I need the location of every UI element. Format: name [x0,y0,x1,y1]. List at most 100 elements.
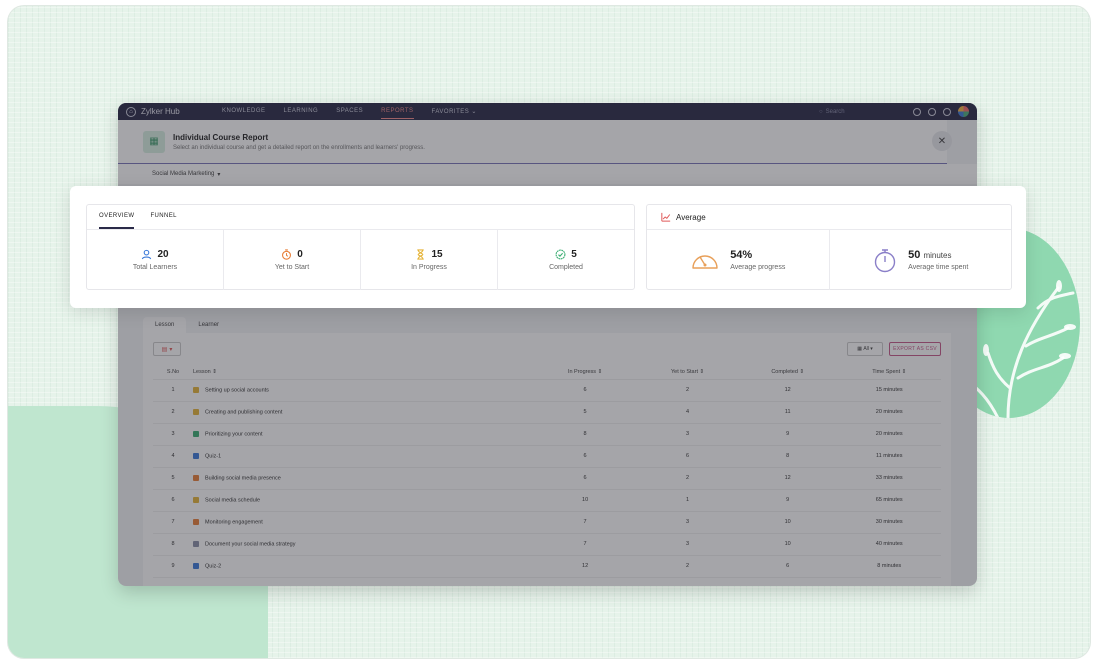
cell-time-spent: 40 minutes [837,533,941,556]
lesson-name: Social media schedule [205,497,261,504]
nav-spaces[interactable]: SPACES [336,104,363,119]
cell-yet-to-start: 6 [637,445,738,468]
cell-lesson[interactable]: Social media schedule [193,489,533,512]
lesson-name: Monitoring engagement [205,519,263,526]
filter-icon: ▦ [857,346,862,352]
brand[interactable]: ⌂ Zylker Hub [126,106,222,117]
stat-average-time: 50 minutes Average time spent [830,230,1012,290]
report-subtitle: Select an individual course and get a de… [173,144,425,151]
lesson-name: Quiz-1 [205,453,222,460]
table-row[interactable]: 8 Document your social media strategy 7 3 10… [153,533,941,556]
overview-stats: 20 Total Learners 0 Yet to Start 15 In P… [87,230,634,290]
table-row[interactable]: 5 Building social media presence 6 2 12 33 mi… [153,467,941,490]
cell-time-spent: 20 minutes [837,423,941,446]
cell-completed: 8 [737,445,838,468]
table-row[interactable]: 4 Quiz-1 6 6 8 11 minutes [153,445,941,468]
table-row[interactable]: 6 Social media schedule 10 1 9 65 minutes [153,489,941,512]
cell-completed: 11 [737,401,838,424]
lesson-type-icon [193,540,199,547]
cell-sno: 3 [153,423,193,446]
cell-completed: 6 [737,555,838,578]
col-completed[interactable]: Completed ⇕ [737,365,838,380]
search-placeholder: Search [825,108,845,115]
trend-chart-icon [661,212,671,222]
col-time-spent[interactable]: Time Spent ⇕ [837,365,941,380]
cell-time-spent: 30 minutes [837,511,941,534]
chevron-down-icon: ▾ [169,346,173,353]
lesson-name: Document your social media strategy [205,541,296,548]
tab-learner[interactable]: Learner [186,317,231,333]
cell-lesson[interactable]: Monitoring engagement [193,511,533,534]
timer-icon [282,249,292,260]
cell-in-progress: 5 [533,401,638,424]
search-box[interactable]: ○ Search [819,109,909,115]
avatar[interactable] [958,106,969,117]
col-sno[interactable]: S.No [153,365,193,380]
nav-reports[interactable]: REPORTS [381,104,414,119]
tab-funnel[interactable]: FUNNEL [150,205,176,229]
stat-yet-to-start: 0 Yet to Start [224,230,361,290]
cell-time-spent: 20 minutes [837,401,941,424]
stat-total-learners: 20 Total Learners [87,230,224,290]
nav-learning[interactable]: LEARNING [284,104,319,119]
brand-logo-icon: ⌂ [126,106,136,117]
table-row[interactable]: 1 Setting up social accounts 6 2 12 15 minute… [153,379,941,402]
settings-icon[interactable] [943,107,951,116]
lesson-type-icon [193,496,199,503]
top-nav-bar: ⌂ Zylker Hub KNOWLEDGE LEARNING SPACES R… [118,103,977,120]
cell-time-spent: 15 minutes [837,379,941,402]
tab-overview[interactable]: OVERVIEW [99,205,135,229]
stat-value: 15 [431,249,443,260]
average-progress-value: 54% [730,249,753,261]
cell-sno: 7 [153,511,193,534]
cell-in-progress: 7 [533,533,638,556]
filter-button[interactable]: ▦ All ▾ [847,342,883,356]
overview-panel: OVERVIEW FUNNEL 20 Total Learners 0 Yet … [86,204,635,290]
cell-lesson[interactable]: Quiz-2 [193,555,533,578]
lesson-name: Creating and publishing content [205,409,283,416]
cell-in-progress: 10 [533,489,638,512]
stat-label: Yet to Start [274,264,310,271]
top-icons [913,106,969,117]
cell-lesson[interactable]: Quiz-1 [193,445,533,468]
nav-favorites[interactable]: FAVORITES ⌄ [432,104,477,119]
stat-label: In Progress [411,264,447,271]
stat-completed: 5 Completed [498,230,634,290]
app-window: ⌂ Zylker Hub KNOWLEDGE LEARNING SPACES R… [118,103,977,586]
badge-check-icon [555,249,566,260]
nav-knowledge[interactable]: KNOWLEDGE [222,104,266,119]
cell-lesson[interactable]: Document your social media strategy [193,533,533,556]
col-in-progress[interactable]: In Progress ⇕ [533,365,638,380]
course-selector[interactable]: Social Media Marketing ▾ [118,164,977,184]
cell-lesson[interactable]: Prioritizing your content [193,423,533,446]
stat-value: 5 [571,249,577,260]
table-row[interactable]: 9 Quiz-2 12 2 6 8 minutes [153,555,941,578]
cell-completed: 12 [737,467,838,490]
table-row[interactable]: 7 Monitoring engagement 7 3 10 30 minutes [153,511,941,534]
col-yet-to-start[interactable]: Yet to Start ⇕ [637,365,738,380]
close-button[interactable]: ✕ [932,131,952,151]
stat-in-progress: 15 In Progress [361,230,498,290]
cell-sno: 8 [153,533,193,556]
notification-icon[interactable] [913,107,921,116]
cell-in-progress: 6 [533,467,638,490]
cell-lesson[interactable]: Creating and publishing content [193,401,533,424]
cell-time-spent: 65 minutes [837,489,941,512]
lesson-learner-tabs: Lesson Learner [143,317,951,333]
lesson-type-icon [193,430,199,437]
view-toggle-button[interactable]: ▤ ▾ [153,342,181,356]
cell-sno: 9 [153,555,193,578]
cell-completed: 9 [737,423,838,446]
stopwatch-icon [874,249,896,273]
hourglass-icon [417,249,425,260]
tab-lesson[interactable]: Lesson [143,317,187,333]
cell-lesson[interactable]: Building social media presence [193,467,533,490]
lesson-name: Prioritizing your content [205,431,263,438]
average-panel: Average 54% Average progress 50 minutes … [646,204,1012,290]
col-lesson[interactable]: Lesson ⇕ [193,365,533,380]
help-icon[interactable] [928,107,936,116]
table-row[interactable]: 3 Prioritizing your content 8 3 9 20 minutes [153,423,941,446]
table-row[interactable]: 2 Creating and publishing content 5 4 11 20 m… [153,401,941,424]
cell-lesson[interactable]: Setting up social accounts [193,379,533,402]
export-csv-button[interactable]: EXPORT AS CSV [889,342,941,356]
